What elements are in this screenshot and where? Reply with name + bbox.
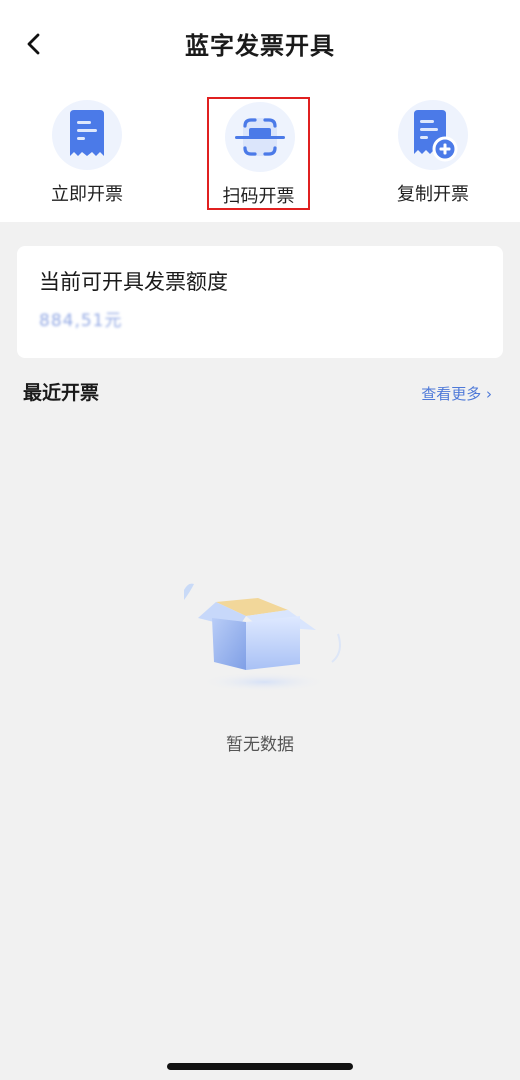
view-more-link[interactable]: 查看更多 ›	[421, 383, 492, 404]
scan-issue-label: 扫码开票	[222, 186, 295, 207]
scan-icon	[225, 102, 295, 172]
recent-invoices-title: 最近开票	[23, 382, 100, 404]
scan-issue-button[interactable]: 扫码开票	[207, 97, 310, 210]
home-indicator[interactable]	[167, 1063, 353, 1070]
header: 蓝字发票开具 立即开票 扫码开票 复制开票	[0, 0, 520, 222]
copy-invoice-icon	[398, 100, 468, 170]
page-title: 蓝字发票开具	[185, 32, 335, 60]
quota-card: 当前可开具发票额度 884,51元	[17, 246, 503, 358]
copy-issue-button[interactable]: 复制开票	[363, 96, 503, 210]
empty-box-icon	[168, 578, 352, 698]
copy-issue-label: 复制开票	[397, 184, 469, 205]
quota-title: 当前可开具发票额度	[39, 270, 228, 294]
invoice-document-icon	[52, 100, 122, 170]
empty-state-text: 暂无数据	[226, 735, 294, 755]
issue-now-label: 立即开票	[51, 184, 123, 205]
quota-value: 884,51元	[39, 311, 123, 331]
issue-now-button[interactable]: 立即开票	[17, 96, 157, 210]
